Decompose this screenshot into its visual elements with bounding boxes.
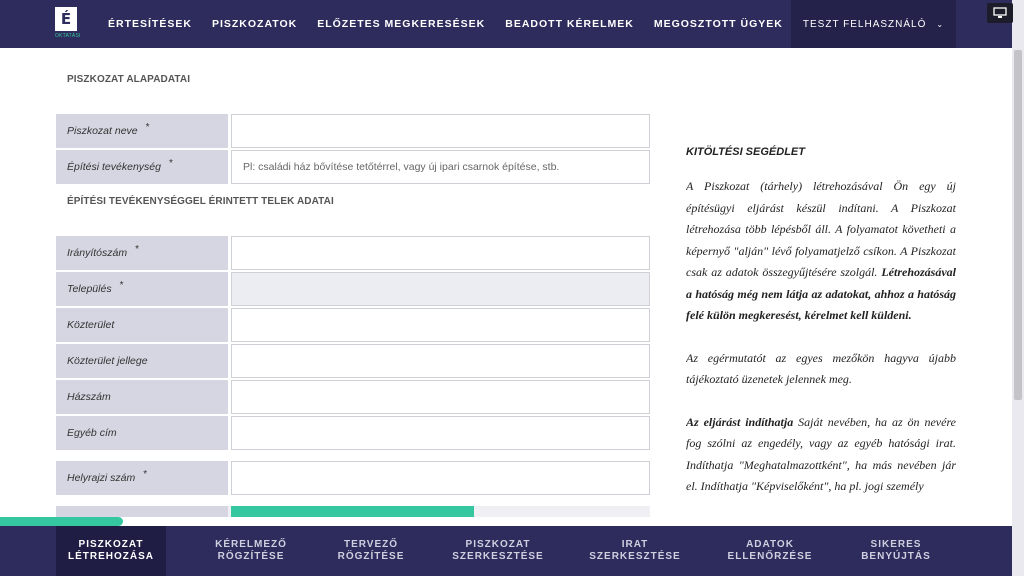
label-construction-activity: Építési tevékenység * — [56, 150, 228, 184]
scrollbar-thumb[interactable] — [1014, 50, 1022, 400]
step-line-2: SZERKESZTÉSE — [452, 551, 544, 562]
help-text-bold: Az eljárást indíthatja — [686, 414, 794, 429]
page-progress-indicator — [0, 517, 123, 526]
step-line-2: SZERKESZTÉSE — [589, 551, 681, 562]
label-text: Település — [67, 283, 112, 295]
house-number-input[interactable] — [231, 380, 650, 414]
help-text: A Piszkozat (tárhely) létrehozásával Ön … — [686, 176, 956, 516]
step-progress-bar: PISZKOZAT LÉTREHOZÁSA KÉRELMEZŐ RÖGZÍTÉSE … — [0, 526, 1012, 576]
chevron-down-icon: ⌄ — [936, 19, 945, 29]
label-city: Település * — [56, 272, 228, 306]
other-address-input[interactable] — [231, 416, 650, 450]
step-line-1: IRAT — [621, 539, 649, 550]
step-line-2: BENYÚJTÁS — [861, 551, 931, 562]
construction-activity-input[interactable] — [231, 150, 650, 184]
draft-name-input[interactable] — [231, 114, 650, 148]
label-text: Közterület jellege — [67, 355, 148, 367]
step-line-1: KÉRELMEZŐ — [215, 539, 287, 550]
help-title: KITÖLTÉSI SEGÉDLET — [686, 146, 805, 158]
progress-fill — [231, 506, 474, 517]
step-draft-edit[interactable]: PISZKOZAT SZERKESZTÉSE — [443, 526, 553, 576]
monitor-icon[interactable] — [987, 3, 1013, 23]
help-paragraph: A Piszkozat (tárhely) létrehozásával Ön … — [686, 176, 956, 327]
parcel-number-input[interactable] — [231, 461, 650, 495]
step-line-1: ADATOK — [746, 539, 794, 550]
label-parcel-number: Helyrajzi szám * — [56, 461, 228, 495]
step-line-1: PISZKOZAT — [78, 539, 144, 550]
partial-field-row — [56, 506, 650, 517]
label-text: Helyrajzi szám — [67, 472, 136, 484]
label-house-number: Házszám — [56, 380, 228, 414]
step-data-check[interactable]: ADATOK ELLENŐRZÉSE — [715, 526, 825, 576]
required-marker: * — [119, 279, 124, 291]
step-create-draft[interactable]: PISZKOZAT LÉTREHOZÁSA — [56, 526, 166, 576]
partial-field-label — [56, 506, 228, 517]
step-line-2: RÖGZÍTÉSE — [337, 551, 405, 562]
help-text-normal: A Piszkozat (tárhely) létrehozásával Ön … — [686, 179, 956, 279]
label-text: Irányítószám — [67, 247, 128, 259]
user-name: TESZT FELHASZNÁLÓ — [802, 18, 927, 30]
nav-item-submitted-requests[interactable]: BEADOTT KÉRELMEK — [505, 18, 634, 30]
nav-item-shared-cases[interactable]: MEGOSZTOTT ÜGYEK — [654, 18, 783, 30]
step-line-2: LÉTREHOZÁSA — [68, 551, 154, 562]
nav-item-notifications[interactable]: ÉRTESÍTÉSEK — [108, 18, 192, 30]
step-applicant[interactable]: KÉRELMEZŐ RÖGZÍTÉSE — [196, 526, 306, 576]
section-title-basic: PISZKOZAT ALAPADATAI — [67, 74, 191, 85]
user-menu[interactable]: TESZT FELHASZNÁLÓ ⌄ — [791, 0, 956, 48]
label-street: Közterület — [56, 308, 228, 342]
step-document-edit[interactable]: IRAT SZERKESZTÉSE — [580, 526, 690, 576]
help-paragraph: Az egérmutatót az egyes mezőkön hagyva ú… — [686, 350, 956, 387]
label-text: Piszkozat neve — [67, 125, 138, 137]
step-line-1: SIKERES — [870, 539, 922, 550]
zip-input[interactable] — [231, 236, 650, 270]
logo-letter: É — [55, 7, 77, 31]
label-text: Házszám — [67, 391, 111, 403]
label-text: Közterület — [67, 319, 115, 331]
street-input[interactable] — [231, 308, 650, 342]
street-type-input[interactable] — [231, 344, 650, 378]
app-logo[interactable]: É OKTATÁSI — [55, 7, 81, 43]
label-text: Egyéb cím — [67, 427, 117, 439]
label-text: Építési tevékenység — [67, 161, 161, 173]
label-draft-name: Piszkozat neve * — [56, 114, 228, 148]
step-line-2: RÖGZÍTÉSE — [217, 551, 285, 562]
required-marker: * — [145, 121, 150, 133]
required-marker: * — [135, 243, 140, 255]
required-marker: * — [168, 157, 173, 169]
step-line-2: ELLENŐRZÉSE — [727, 551, 813, 562]
label-zip: Irányítószám * — [56, 236, 228, 270]
step-submission[interactable]: SIKERES BENYÚJTÁS — [841, 526, 951, 576]
nav-item-preliminary-requests[interactable]: ELŐZETES MEGKERESÉSEK — [317, 18, 485, 30]
step-line-1: TERVEZŐ — [343, 539, 399, 550]
required-marker: * — [143, 468, 148, 480]
top-navigation-bar: É OKTATÁSI ÉRTESÍTÉSEK PISZKOZATOK ELŐZE… — [0, 0, 1012, 48]
label-street-type: Közterület jellege — [56, 344, 228, 378]
city-input[interactable] — [231, 272, 650, 306]
label-other-address: Egyéb cím — [56, 416, 228, 450]
logo-subtitle: OKTATÁSI — [55, 33, 81, 39]
step-designer[interactable]: TERVEZŐ RÖGZÍTÉSE — [316, 526, 426, 576]
nav-item-drafts[interactable]: PISZKOZATOK — [212, 18, 297, 30]
step-line-1: PISZKOZAT — [465, 539, 531, 550]
section-title-land: ÉPÍTÉSI TEVÉKENYSÉGGEL ÉRINTETT TELEK AD… — [67, 196, 334, 207]
main-nav: ÉRTESÍTÉSEK PISZKOZATOK ELŐZETES MEGKERE… — [108, 0, 803, 48]
help-paragraph: Az eljárást indíthatja Saját nevében, ha… — [686, 412, 956, 498]
